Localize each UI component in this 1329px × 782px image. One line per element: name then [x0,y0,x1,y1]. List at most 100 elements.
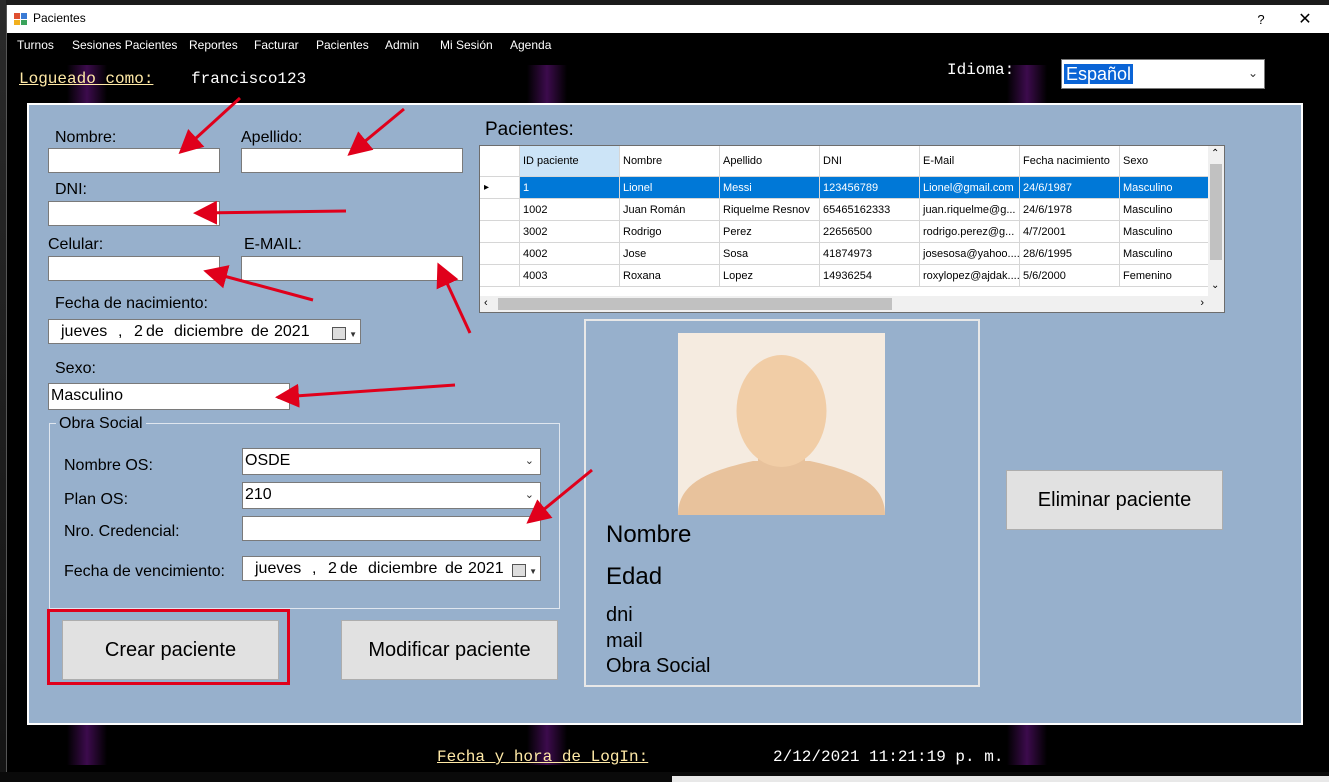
grid-cell[interactable]: Masculino [1120,243,1220,265]
nombre-os-value: OSDE [245,452,291,469]
grid-cell[interactable]: 3002 [520,221,620,243]
grid-row-header[interactable] [480,265,520,287]
close-icon[interactable]: ✕ [1290,5,1320,33]
date-separator: , [312,559,317,577]
grid-cell[interactable]: 4/7/2001 [1020,221,1120,243]
pacientes-grid[interactable]: ID paciente Nombre Apellido DNI E-Mail Fecha … [479,145,1225,313]
grid-cell[interactable]: Lionel@gmail.com [920,177,1020,199]
grid-column-header[interactable]: Nombre [620,146,720,177]
grid-cell[interactable]: 22656500 [820,221,920,243]
celular-input[interactable] [48,256,220,281]
grid-cell[interactable]: 1 [520,177,620,199]
grid-cell[interactable]: 24/6/1987 [1020,177,1120,199]
grid-column-header[interactable]: E-Mail [920,146,1020,177]
app-icon [14,13,27,25]
grid-row-header[interactable] [480,221,520,243]
grid-cell[interactable]: Masculino [1120,221,1220,243]
apellido-input[interactable] [241,148,463,173]
grid-cell[interactable]: 1002 [520,199,620,221]
grid-cell[interactable]: Femenino [1120,265,1220,287]
grid-column-header[interactable]: ID paciente [520,146,620,177]
calendar-icon[interactable] [332,327,346,340]
grid-cell[interactable]: Juan Román [620,199,720,221]
email-input[interactable] [241,256,463,281]
language-value: Español [1062,63,1135,85]
nombre-os-select[interactable]: OSDE ⌄ [242,448,541,475]
background-taskbar-light [672,776,1329,782]
chevron-down-icon: ⌄ [273,390,283,402]
menu-reportes[interactable]: Reportes [189,35,238,55]
credencial-input[interactable] [242,516,541,541]
grid-cell[interactable]: josesosa@yahoo.... [920,243,1020,265]
date-de: de [445,559,463,577]
help-button[interactable]: ? [1246,5,1276,33]
menu-turnos[interactable]: Turnos [17,35,54,55]
card-mail: mail [606,630,643,652]
modificar-paciente-button[interactable]: Modificar paciente [341,620,558,680]
grid-cell[interactable]: juan.riquelme@g... [920,199,1020,221]
grid-cell[interactable]: Roxana [620,265,720,287]
grid-cell[interactable]: Jose [620,243,720,265]
grid-cell[interactable]: roxylopez@ajdak.... [920,265,1020,287]
grid-cell[interactable]: 24/6/1978 [1020,199,1120,221]
grid-cell[interactable]: Rodrigo [620,221,720,243]
calendar-icon[interactable] [512,564,526,577]
obra-social-group-title: Obra Social [56,415,146,433]
sexo-label: Sexo: [55,360,96,377]
plan-os-select[interactable]: 210 ⌄ [242,482,541,509]
grid-cell[interactable]: Masculino [1120,199,1220,221]
language-select[interactable]: Español ⌄ [1061,59,1265,89]
menu-agenda[interactable]: Agenda [510,35,551,55]
scroll-up-icon[interactable]: ⌃ [1211,148,1219,159]
grid-column-header[interactable]: Fecha nacimiento [1020,146,1120,177]
crear-paciente-button[interactable]: Crear paciente [62,620,279,680]
grid-vertical-scrollbar[interactable]: ⌃ ⌄ [1208,146,1224,296]
eliminar-paciente-button[interactable]: Eliminar paciente [1006,470,1223,530]
grid-row-header[interactable] [480,243,520,265]
sexo-value: Masculino [51,387,124,404]
menu-pacientes[interactable]: Pacientes [316,35,369,55]
grid-row-header[interactable] [480,199,520,221]
grid-cell[interactable]: 41874973 [820,243,920,265]
grid-row-header[interactable]: ▸ [480,177,520,199]
grid-column-header[interactable]: Sexo [1120,146,1220,177]
grid-cell[interactable]: 65465162333 [820,199,920,221]
grid-cell[interactable]: Riquelme Resnov [720,199,820,221]
menu-admin[interactable]: Admin [385,35,419,55]
grid-cell[interactable]: 14936254 [820,265,920,287]
grid-cell[interactable]: Messi [720,177,820,199]
grid-cell[interactable]: Masculino [1120,177,1220,199]
grid-cell[interactable]: rodrigo.perez@g... [920,221,1020,243]
grid-cell[interactable]: Lionel [620,177,720,199]
grid-column-header[interactable]: DNI [820,146,920,177]
vencimiento-picker[interactable]: jueves , 2 de diciembre de 2021 ▼ [242,556,541,581]
grid-column-header[interactable]: Apellido [720,146,820,177]
scroll-thumb[interactable] [498,298,892,310]
pacientes-grid-title: Pacientes: [485,119,574,140]
grid-cell[interactable]: Perez [720,221,820,243]
menu-bar: Turnos Sesiones Pacientes Reportes Factu… [7,35,1329,55]
grid-cell[interactable]: Lopez [720,265,820,287]
menu-sesiones-pacientes[interactable]: Sesiones Pacientes [72,35,177,55]
grid-cell[interactable]: 4003 [520,265,620,287]
grid-cell[interactable]: 4002 [520,243,620,265]
scroll-thumb[interactable] [1210,164,1222,260]
grid-cell[interactable]: Sosa [720,243,820,265]
grid-cell[interactable]: 5/6/2000 [1020,265,1120,287]
grid-cell[interactable]: 28/6/1995 [1020,243,1120,265]
scroll-down-icon[interactable]: ⌄ [1211,280,1219,291]
sexo-select[interactable]: Masculino ⌄ [48,383,290,410]
apellido-label: Apellido: [241,129,303,146]
date-weekday: jueves [255,559,302,577]
chevron-down-icon: ▼ [529,567,537,576]
menu-mi-sesion[interactable]: Mi Sesión [440,35,493,55]
grid-cell[interactable]: 123456789 [820,177,920,199]
menu-facturar[interactable]: Facturar [254,35,299,55]
nombre-input[interactable] [48,148,220,173]
fecha-nacimiento-picker[interactable]: jueves , 2 de diciembre de 2021 ▼ [48,319,361,344]
scroll-left-icon[interactable]: ‹ [484,297,488,309]
grid-horizontal-scrollbar[interactable]: ‹ › [480,296,1224,312]
dni-input[interactable] [48,201,220,226]
scroll-right-icon[interactable]: › [1200,297,1204,309]
title-bar[interactable]: Pacientes ? ✕ [7,5,1329,33]
